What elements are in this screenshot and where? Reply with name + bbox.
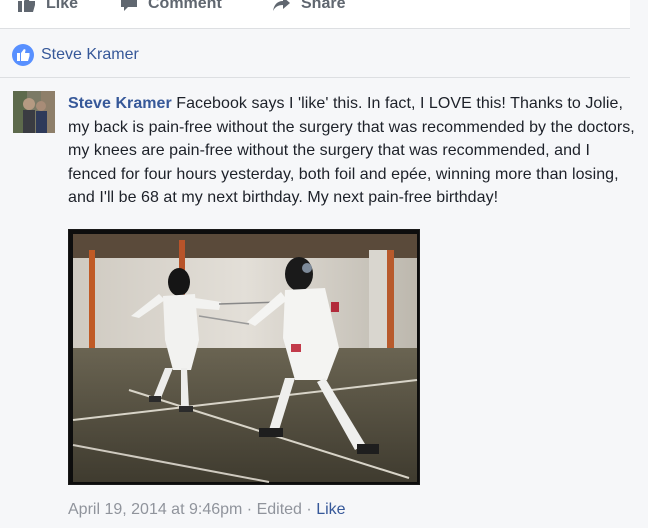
share-button[interactable]: Share xyxy=(273,0,345,15)
like-button[interactable]: Like xyxy=(18,0,78,15)
comment-bubble-icon xyxy=(120,0,138,12)
comment-like-link[interactable]: Like xyxy=(316,501,345,518)
comment-button[interactable]: Comment xyxy=(120,0,222,15)
like-reaction-icon[interactable] xyxy=(12,44,34,66)
like-thumb-icon xyxy=(18,0,36,12)
post-action-bar: Like Comment Share xyxy=(0,0,630,29)
avatar[interactable] xyxy=(13,91,55,133)
share-button-label: Share xyxy=(301,0,346,12)
comment-body: Steve Kramer Facebook says I 'like' this… xyxy=(68,92,636,210)
comment-button-label: Comment xyxy=(148,0,222,12)
comment-author-link[interactable]: Steve Kramer xyxy=(68,95,172,112)
comment-timestamp[interactable]: April 19, 2014 at 9:46pm xyxy=(68,501,242,518)
meta-separator: · xyxy=(246,501,253,518)
meta-separator: · xyxy=(306,501,312,518)
like-button-label: Like xyxy=(46,0,79,12)
comment-photo[interactable] xyxy=(68,229,420,485)
share-arrow-icon xyxy=(273,0,291,12)
likers-link[interactable]: Steve Kramer xyxy=(41,44,139,66)
avatar-photo xyxy=(13,91,55,133)
fencing-photo xyxy=(69,230,419,484)
edited-label[interactable]: Edited xyxy=(257,501,302,518)
comment-meta: April 19, 2014 at 9:46pm · Edited · Like xyxy=(68,500,346,520)
